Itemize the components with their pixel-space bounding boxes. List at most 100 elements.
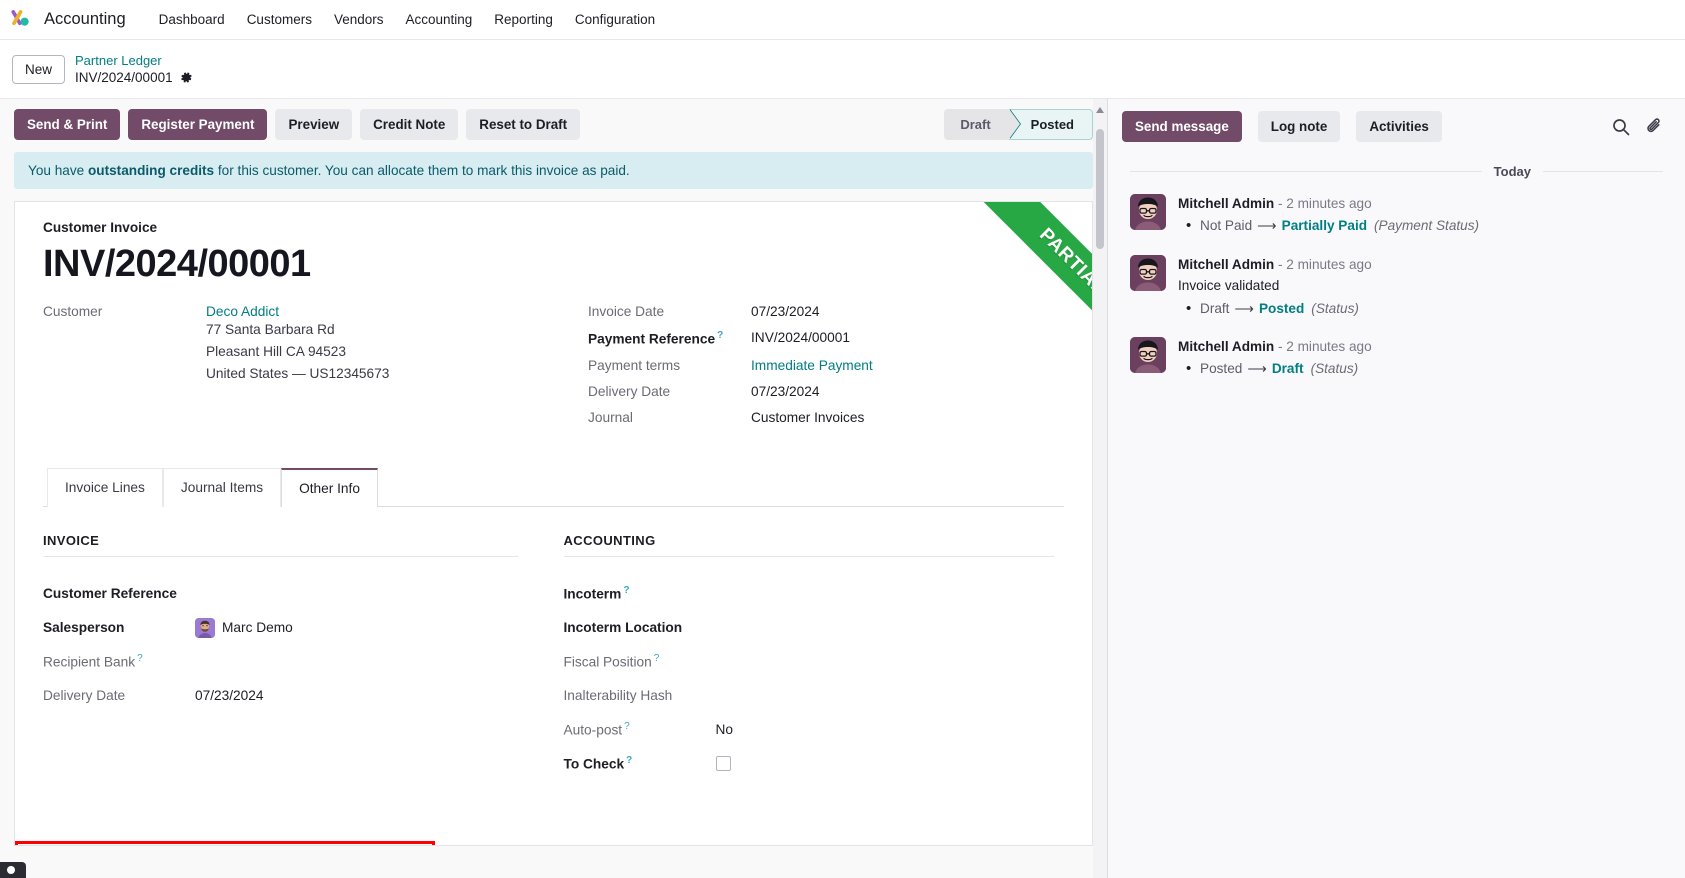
customer-address-line-1: 77 Santa Barbara Rd [206, 322, 335, 337]
message-author[interactable]: Mitchell Admin [1178, 339, 1274, 354]
send-and-print-button[interactable]: Send & Print [14, 109, 121, 140]
preview-button[interactable]: Preview [275, 109, 353, 140]
delivery-date-value[interactable]: 07/23/2024 [751, 384, 820, 399]
nav-reporting[interactable]: Reporting [483, 6, 564, 33]
message-author[interactable]: Mitchell Admin [1178, 257, 1274, 272]
activities-button[interactable]: Activities [1356, 111, 1442, 142]
tab-invoice-lines[interactable]: Invoice Lines [47, 467, 163, 507]
content-split: Send & Print Register Payment Preview Cr… [0, 98, 1685, 878]
tracking-old-value: Not Paid [1200, 218, 1253, 234]
status-stage-draft[interactable]: Draft [944, 109, 1022, 140]
help-icon[interactable]: ? [654, 653, 660, 664]
gear-icon[interactable] [180, 71, 193, 84]
message-header: Mitchell Admin - 2 minutes ago [1178, 255, 1663, 275]
field-delivery-date-header: Delivery Date 07/23/2024 [588, 384, 1064, 399]
nav-accounting[interactable]: Accounting [395, 6, 484, 33]
delivery-date-other-value[interactable]: 07/23/2024 [195, 688, 264, 703]
nav-customers[interactable]: Customers [236, 6, 323, 33]
odoo-logo-icon[interactable] [10, 7, 36, 33]
alert-strong[interactable]: outstanding credits [88, 163, 214, 178]
payment-reference-value[interactable]: INV/2024/00001 [751, 330, 850, 345]
scrollbar-thumb[interactable] [1096, 129, 1104, 249]
group-accounting: ACCOUNTING Incoterm? Incoterm Location F… [554, 533, 1065, 781]
payment-terms-label: Payment terms [588, 357, 681, 373]
auto-post-label: Auto-post? [564, 721, 716, 738]
salesperson-label: Salesperson [43, 620, 125, 636]
salesperson-name: Marc Demo [222, 620, 293, 636]
breadcrumb-current-label: INV/2024/00001 [75, 69, 173, 85]
nav-vendors[interactable]: Vendors [323, 6, 395, 33]
invoice-sheet: PARTIAL Customer Invoice INV/2024/00001 … [14, 201, 1093, 846]
avatar[interactable] [1130, 194, 1166, 230]
journal-value[interactable]: Customer Invoices [751, 410, 864, 425]
journal-label: Journal [588, 409, 633, 425]
divider-line-left [1130, 171, 1482, 172]
message-body: Mitchell Admin - 2 minutes ago Not Paid⟶… [1178, 194, 1663, 238]
tab-journal-items[interactable]: Journal Items [162, 467, 282, 507]
breadcrumb-parent-link[interactable]: Partner Ledger [75, 52, 193, 69]
divider-line-right [1543, 171, 1663, 172]
outstanding-credits-alert: You have outstanding credits for this cu… [14, 152, 1093, 189]
group-accounting-title: ACCOUNTING [563, 533, 1054, 557]
paperclip-icon[interactable] [1645, 117, 1665, 137]
field-invoice-date: Invoice Date 07/23/2024 [588, 304, 1064, 319]
row-inalterability-hash: Inalterability Hash [564, 679, 1055, 713]
nav-dashboard[interactable]: Dashboard [148, 6, 236, 33]
credit-note-button[interactable]: Credit Note [360, 109, 459, 140]
tracking-list: Draft⟶Posted (Status) [1178, 298, 1663, 321]
app-name[interactable]: Accounting [44, 10, 126, 29]
to-check-label: To Check? [564, 755, 716, 772]
avatar[interactable] [1130, 254, 1166, 291]
invoice-date-value[interactable]: 07/23/2024 [751, 304, 820, 319]
salesperson-highlight-annotation [15, 841, 435, 845]
help-icon[interactable]: ? [717, 330, 723, 341]
salesperson-value[interactable]: Marc Demo [195, 617, 293, 638]
bottom-left-indicator[interactable] [0, 862, 26, 878]
message-item: Mitchell Admin - 2 minutes ago Posted⟶Dr… [1108, 328, 1685, 389]
row-fiscal-position: Fiscal Position? [564, 645, 1055, 679]
new-record-button[interactable]: New [12, 54, 66, 84]
scroll-up-icon[interactable] [1096, 107, 1104, 113]
avatar[interactable] [1130, 336, 1166, 373]
search-icon[interactable] [1611, 117, 1631, 137]
customer-name-link[interactable]: Deco Addict [206, 304, 389, 319]
nav-configuration[interactable]: Configuration [564, 6, 666, 33]
fiscal-position-label: Fiscal Position? [564, 653, 716, 670]
message-author[interactable]: Mitchell Admin [1178, 196, 1274, 211]
status-stage-posted[interactable]: Posted [1008, 109, 1093, 140]
tracking-new-value: Posted [1258, 300, 1305, 316]
message-timestamp: - 2 minutes ago [1277, 338, 1372, 354]
register-payment-button[interactable]: Register Payment [128, 109, 268, 140]
tracking-old-value: Draft [1200, 300, 1230, 316]
odoo-accounting-window: Accounting Dashboard Customers Vendors A… [0, 0, 1685, 878]
form-scrollbar[interactable] [1093, 99, 1107, 878]
row-incoterm: Incoterm? [564, 577, 1055, 611]
log-note-button[interactable]: Log note [1257, 111, 1341, 142]
day-divider-label: Today [1493, 164, 1531, 179]
document-type: Customer Invoice [43, 220, 158, 235]
message-item: Mitchell Admin - 2 minutes ago Not Paid⟶… [1108, 185, 1685, 246]
help-icon[interactable]: ? [624, 721, 630, 732]
invoice-fields-block: Invoice Date 07/23/2024 Payment Referenc… [583, 304, 1064, 436]
arrow-icon: ⟶ [1257, 218, 1277, 234]
row-customer-reference: Customer Reference [43, 577, 518, 611]
page-title: INV/2024/00001 [43, 243, 311, 285]
reset-to-draft-button[interactable]: Reset to Draft [466, 109, 581, 140]
help-icon[interactable]: ? [137, 653, 143, 664]
send-message-button[interactable]: Send message [1122, 111, 1242, 142]
customer-details: Deco Addict 77 Santa Barbara Rd Pleasant… [206, 304, 389, 386]
tab-other-info[interactable]: Other Info [281, 467, 378, 507]
alert-suffix: for this customer. You can allocate them… [214, 163, 630, 178]
tracking-field-name: (Payment Status) [1374, 218, 1480, 234]
alert-prefix: You have [28, 163, 88, 178]
help-icon[interactable]: ? [626, 755, 632, 766]
to-check-value[interactable] [715, 756, 731, 772]
to-check-checkbox[interactable] [715, 756, 731, 772]
notebook: Invoice Lines Journal Items Other Info I… [43, 467, 1065, 781]
auto-post-value[interactable]: No [716, 722, 734, 737]
payment-terms-value[interactable]: Immediate Payment [751, 358, 873, 373]
row-to-check: To Check? [564, 747, 1055, 781]
control-panel: Send & Print Register Payment Preview Cr… [0, 99, 1107, 148]
customer-block: Customer Deco Addict 77 Santa Barbara Rd… [43, 304, 583, 436]
help-icon[interactable]: ? [623, 585, 629, 596]
